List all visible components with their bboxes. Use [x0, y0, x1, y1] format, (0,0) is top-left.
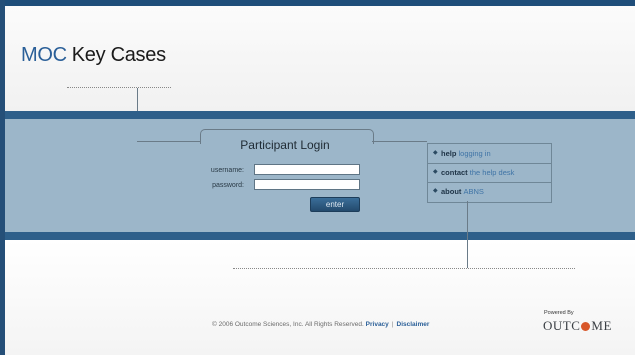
privacy-link[interactable]: Privacy [366, 321, 389, 328]
username-label: username: [210, 167, 244, 174]
help-keyword: help [441, 149, 457, 158]
help-links-box: ◆ help logging in ◆ contact the help des… [427, 143, 552, 203]
login-title: Participant Login [240, 138, 330, 152]
site-logo[interactable]: MOC Key Cases [21, 44, 166, 67]
logo-moc-text: MOC [21, 44, 67, 66]
left-border [0, 0, 5, 355]
enter-button[interactable]: enter [310, 197, 360, 212]
link-keyword: help logging in [441, 144, 491, 163]
copyright-text: © 2006 Outcome Sciences, Inc. All Rights… [212, 321, 364, 328]
footer-separator: | [391, 321, 394, 328]
powered-by-label: Powered By [544, 310, 574, 316]
links-connector-line [372, 141, 427, 142]
band-bottom-edge [5, 232, 635, 240]
links-down-connector [467, 201, 468, 268]
contact-keyword: contact [441, 168, 468, 177]
header: MOC Key Cases [5, 6, 635, 111]
brand-name-left: OUTC [543, 318, 581, 333]
band-top-edge [5, 111, 635, 119]
lower-area [5, 240, 635, 355]
bullet-icon: ◆ [433, 188, 438, 194]
abns-link[interactable]: ABNS [464, 187, 484, 196]
about-keyword: about [441, 187, 462, 196]
logging-in-link[interactable]: logging in [459, 149, 491, 158]
disclaimer-link[interactable]: Disclaimer [397, 321, 430, 328]
link-keyword: contact the help desk [441, 163, 514, 182]
username-input[interactable] [254, 164, 360, 175]
footer-dotted-line [233, 268, 575, 269]
password-label: password: [212, 182, 244, 189]
link-keyword: about ABNS [441, 182, 484, 201]
outcome-logo[interactable]: OUTC ME [543, 318, 612, 334]
login-connector-line [137, 141, 201, 142]
logo-title-text: Key Cases [71, 44, 166, 66]
link-row-about[interactable]: ◆ about ABNS [428, 182, 551, 201]
password-input[interactable] [254, 179, 360, 190]
help-desk-link[interactable]: the help desk [470, 168, 515, 177]
header-dotted-line [67, 87, 171, 88]
bullet-icon: ◆ [433, 169, 438, 175]
brand-dot-icon [581, 322, 591, 331]
bullet-icon: ◆ [433, 150, 438, 156]
footer: © 2006 Outcome Sciences, Inc. All Rights… [212, 321, 429, 328]
link-row-contact[interactable]: ◆ contact the help desk [428, 163, 551, 182]
link-row-help[interactable]: ◆ help logging in [428, 144, 551, 163]
brand-name-right: ME [591, 318, 612, 333]
